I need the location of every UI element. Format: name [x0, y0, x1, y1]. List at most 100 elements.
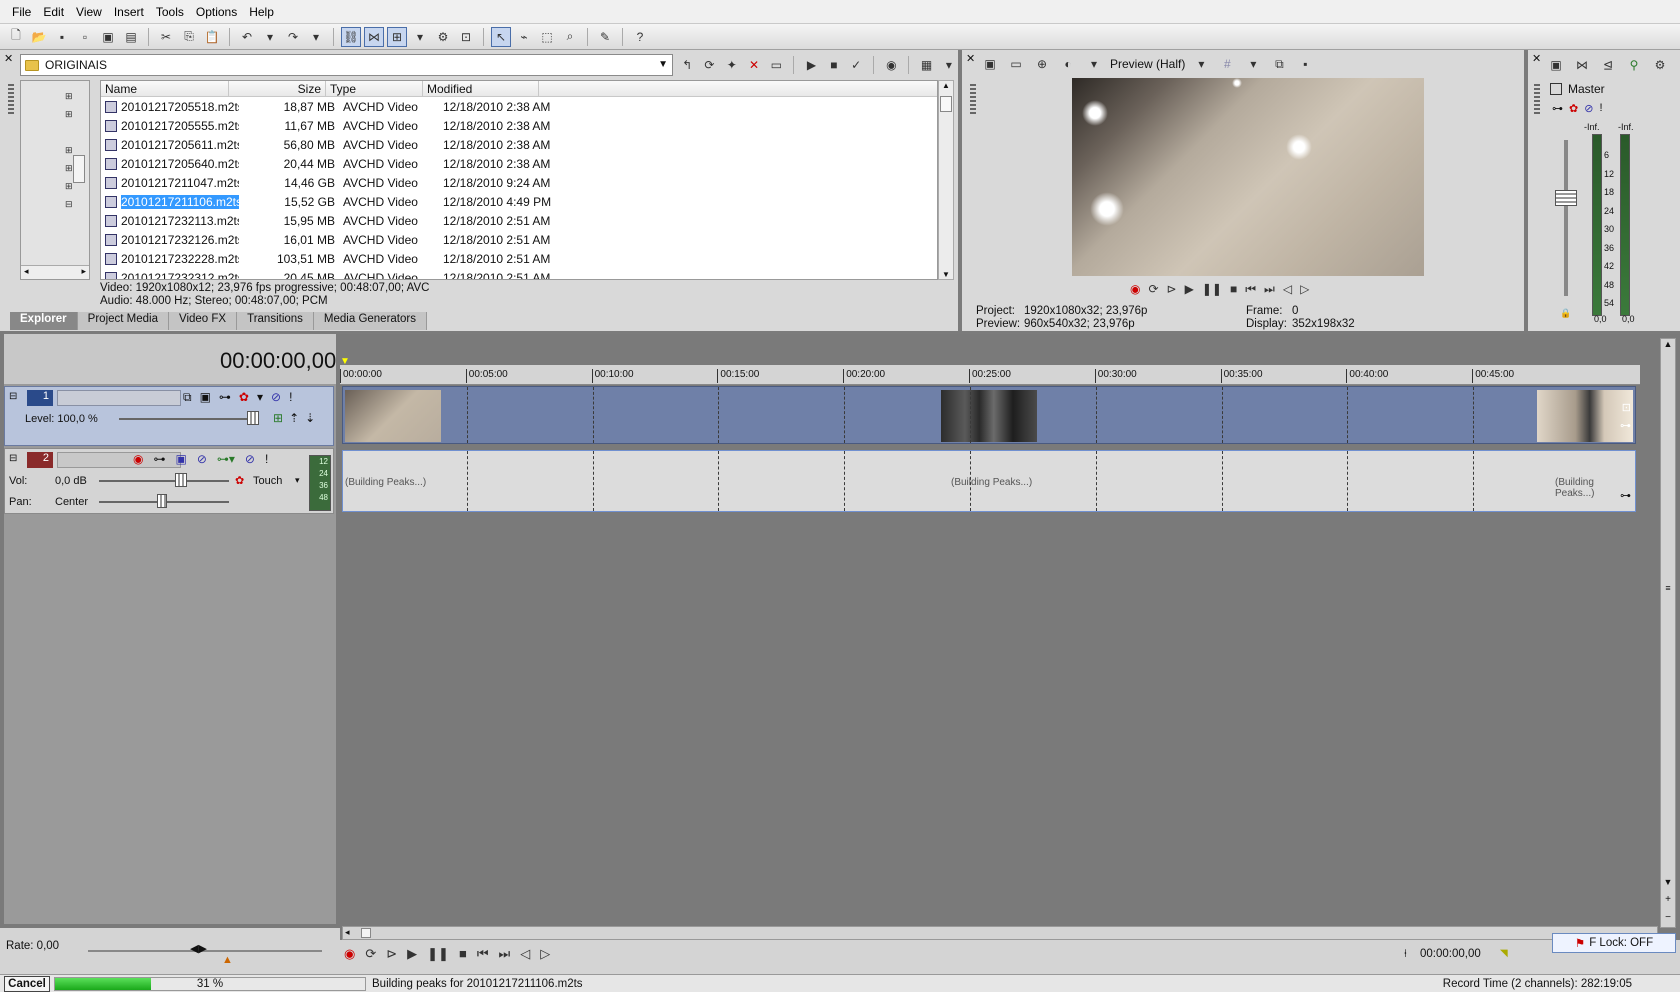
tab-transitions[interactable]: Transitions — [237, 312, 314, 330]
redo-dropdown-icon[interactable]: ▾ — [306, 27, 326, 47]
lock-envelopes-icon[interactable]: ⚙ — [433, 27, 453, 47]
new-icon[interactable]: 🗋 — [6, 27, 26, 47]
loop-icon[interactable]: ⟳ — [1148, 282, 1158, 296]
column-modified[interactable]: Modified — [423, 81, 539, 96]
invert-phase-icon[interactable]: ⊶ — [153, 452, 165, 466]
ripple-edit-icon[interactable]: ⛓ — [341, 26, 361, 47]
file-row[interactable]: 20101217205518.m2ts 18,87 MB AVCHD Video 12… — [101, 97, 937, 116]
level-slider-track[interactable] — [119, 418, 259, 420]
preview-quality-label[interactable]: Preview (Half) — [1110, 57, 1185, 71]
snapping-dropdown-icon[interactable]: ▾ — [410, 27, 430, 47]
timeline-timecode[interactable]: 00:00:00,00 — [220, 348, 336, 374]
record-icon[interactable]: ◉ — [1130, 282, 1140, 296]
bypass-motion-blur-icon[interactable]: ⊞ — [273, 411, 283, 425]
views-dropdown-icon[interactable]: ▾ — [940, 55, 958, 75]
record-icon[interactable]: ◉ — [344, 946, 355, 962]
folder-tree[interactable]: ⊞ ⊞ ⊞ ⊞ ⊞ ⊟ ◂ ▸ — [20, 80, 90, 280]
pan-slider-handle[interactable] — [157, 494, 167, 508]
video-track-lane[interactable]: ⊡ ⊶ — [342, 386, 1636, 444]
menu-insert[interactable]: Insert — [108, 5, 150, 19]
tab-media-generators[interactable]: Media Generators — [313, 312, 427, 330]
move-up-icon[interactable]: ⇡ — [289, 411, 299, 425]
panel-grip[interactable] — [1534, 84, 1540, 114]
stop-preview-icon[interactable]: ■ — [825, 55, 843, 75]
copy-snapshot-icon[interactable]: ⧉ — [1269, 54, 1289, 74]
auto-crossfade-icon[interactable]: ⋈ — [364, 26, 384, 47]
minimize-track-icon[interactable]: ⊟ — [9, 453, 17, 464]
solo-icon[interactable]: ! — [265, 452, 268, 466]
panel-grip[interactable] — [8, 84, 14, 114]
tree-hscroll[interactable]: ◂ ▸ — [21, 265, 89, 279]
panel-grip[interactable] — [970, 84, 976, 114]
menu-help[interactable]: Help — [243, 5, 280, 19]
views-icon[interactable]: ▦ — [917, 55, 935, 75]
mute-icon[interactable]: ⊘ — [1584, 102, 1593, 115]
pause-icon[interactable]: ❚❚ — [1202, 282, 1222, 296]
video-track-header[interactable]: ⊟ 1 ⧉ ▣ ⊶ ✿ ▾ ⊘ ! Level: 100,0 % ⊞ ⇡ ⇣ — [4, 386, 334, 446]
go-to-start-icon[interactable]: ⏮ — [1245, 282, 1256, 297]
envelope-tool-icon[interactable]: ⌁ — [514, 27, 534, 47]
preview-quality-icon[interactable]: ◐ — [1058, 54, 1078, 74]
file-list[interactable]: Name Size Type Modified 20101217205518.m… — [100, 80, 938, 280]
master-properties-icon[interactable]: ▣ — [1546, 55, 1566, 75]
tab-explorer[interactable]: Explorer — [10, 312, 78, 330]
add-favorites-icon[interactable]: ▭ — [767, 55, 785, 75]
automation-icon[interactable]: ⊶ — [1552, 102, 1563, 115]
whats-this-help-icon[interactable]: ? — [630, 27, 650, 47]
event-fx-icon[interactable]: ⊶ — [1620, 489, 1631, 502]
automation-mode-label[interactable]: Touch — [253, 475, 282, 487]
event-fx-icon[interactable]: ⊶ — [1620, 419, 1631, 432]
save-as-icon[interactable]: ▫ — [75, 27, 95, 47]
normal-edit-tool-icon[interactable]: ↖ — [491, 26, 511, 47]
undo-icon[interactable]: ↶ — [237, 27, 257, 47]
scroll-thumb[interactable] — [361, 928, 371, 938]
play-icon[interactable]: ▶ — [407, 946, 417, 962]
timeline-vertical-scrollbar[interactable]: ▲ ≡ ▼ + − — [1660, 338, 1676, 928]
track-fx-dropdown-icon[interactable]: ▾ — [257, 390, 263, 405]
f-lock-indicator[interactable]: ⚑ F Lock: OFF — [1552, 933, 1676, 953]
file-row[interactable]: 20101217232228.m2ts 103,51 MB AVCHD Video 1… — [101, 249, 937, 268]
mute-icon[interactable]: ⊘ — [245, 452, 255, 466]
file-row[interactable]: 20101217232113.m2ts 15,95 MB AVCHD Video 12… — [101, 211, 937, 230]
master-bus-icon[interactable]: ⚲ — [1624, 55, 1644, 75]
render-icon[interactable]: ▣ — [98, 27, 118, 47]
preview-properties-icon[interactable]: ▣ — [980, 54, 1000, 74]
cursor-marker-icon[interactable]: ▼ — [340, 356, 350, 367]
file-row[interactable]: 20101217211106.m2ts 15,52 GB AVCHD Video 12… — [101, 192, 937, 211]
get-media-icon[interactable]: ◉ — [882, 55, 900, 75]
delete-icon[interactable]: ✕ — [745, 55, 763, 75]
scroll-thumb[interactable] — [940, 96, 952, 112]
next-frame-icon[interactable]: ▷ — [540, 946, 550, 962]
explorer-path-dropdown[interactable]: ORIGINAIS ▼ — [20, 54, 673, 76]
scroll-up-icon[interactable]: ▲ — [939, 81, 953, 90]
prev-frame-icon[interactable]: ◁ — [520, 946, 530, 962]
redo-icon[interactable]: ↷ — [283, 27, 303, 47]
close-icon[interactable]: ✕ — [966, 52, 975, 65]
undo-dropdown-icon[interactable]: ▾ — [260, 27, 280, 47]
save-icon[interactable]: ▪ — [52, 27, 72, 47]
solo-icon[interactable]: ! — [1599, 102, 1602, 115]
automation-icon[interactable]: ⊶ — [219, 390, 231, 405]
tree-expanders[interactable]: ⊞ ⊞ ⊞ ⊞ ⊞ ⊟ — [65, 87, 73, 213]
selection-tool-icon[interactable]: ⬚ — [537, 27, 557, 47]
track-fx-icon[interactable]: ▣ — [175, 452, 186, 466]
online-icon[interactable]: ✎ — [595, 27, 615, 47]
file-row[interactable]: 20101217211047.m2ts 14,46 GB AVCHD Video 12… — [101, 173, 937, 192]
scroll-up-icon[interactable]: ▲ — [1661, 339, 1675, 349]
properties-icon[interactable]: ▤ — [121, 27, 141, 47]
menu-tools[interactable]: Tools — [150, 5, 190, 19]
vol-slider-track[interactable] — [99, 480, 229, 482]
scroll-down-icon[interactable]: ▼ — [939, 270, 953, 279]
rate-slider-handle[interactable]: ◀▶ — [190, 942, 207, 955]
auto-preview-icon[interactable]: ✓ — [847, 55, 865, 75]
solo-icon[interactable]: ! — [289, 390, 292, 405]
master-fader-track[interactable] — [1564, 140, 1568, 296]
scroll-left-icon[interactable]: ◂ — [345, 927, 350, 938]
stop-icon[interactable]: ■ — [1230, 282, 1237, 296]
new-folder-icon[interactable]: ✦ — [723, 55, 741, 75]
menu-view[interactable]: View — [70, 5, 108, 19]
next-frame-icon[interactable]: ▷ — [1300, 282, 1309, 296]
paste-icon[interactable]: 📋 — [202, 27, 222, 47]
automation-mode-icon[interactable]: ✿ — [235, 474, 244, 487]
save-snapshot-icon[interactable]: ▪ — [1295, 54, 1315, 74]
